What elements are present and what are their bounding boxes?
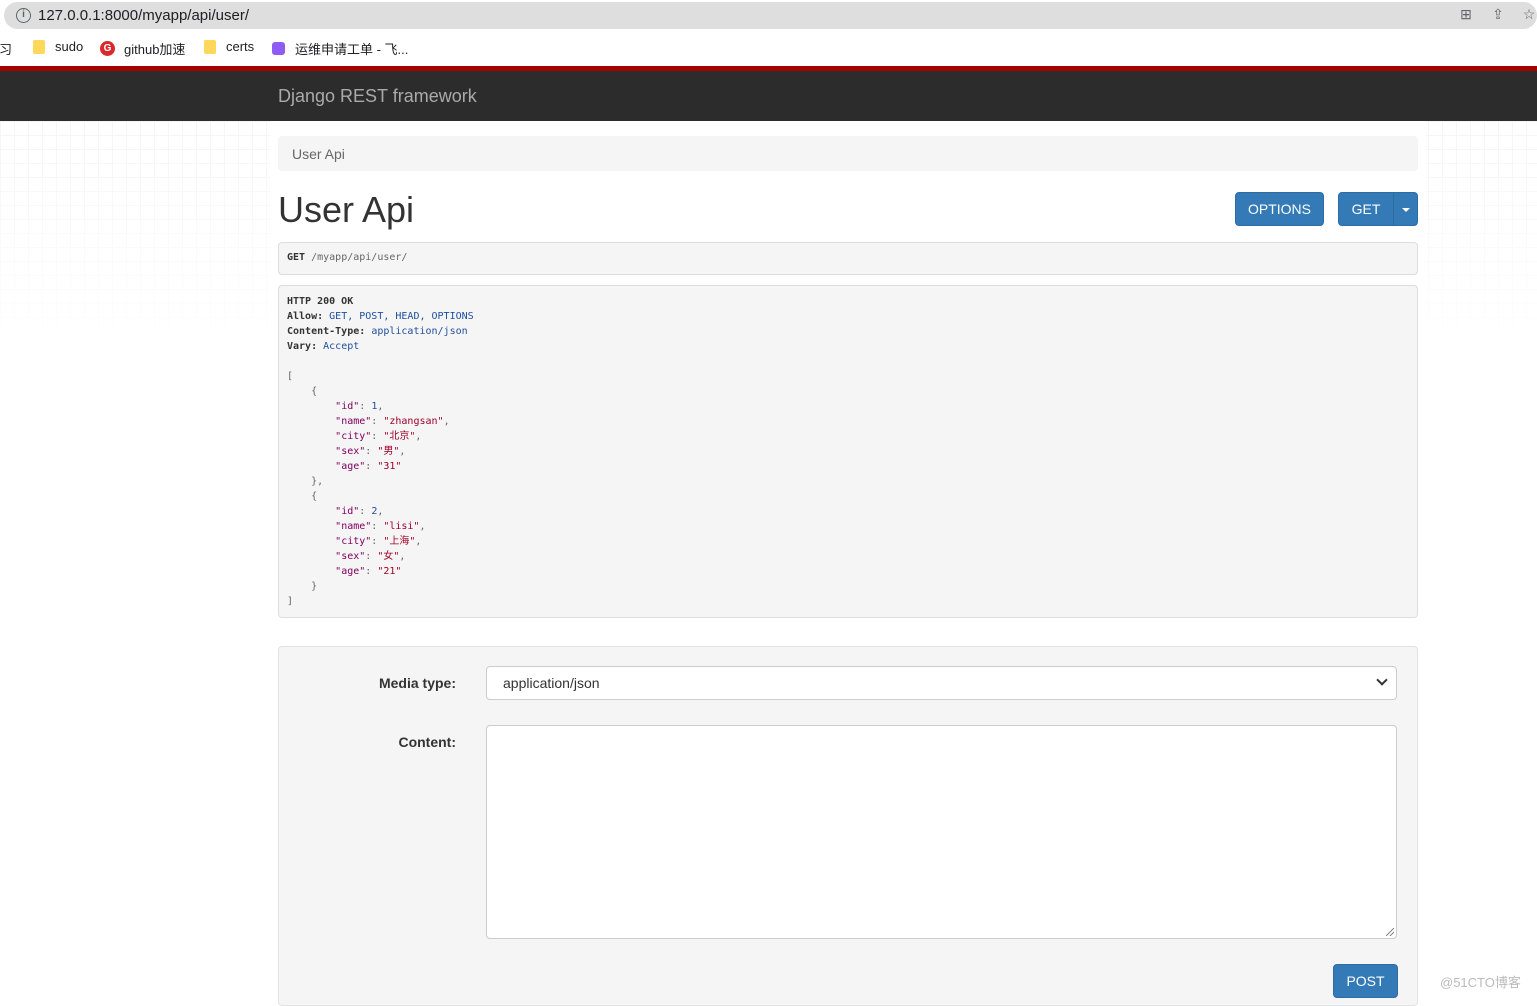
header-key: Content-Type: [287, 326, 366, 337]
content-textarea[interactable] [486, 725, 1397, 939]
json-value: "21" [377, 566, 402, 577]
json-value: "lisi" [383, 521, 420, 532]
folder-icon [204, 39, 216, 54]
json-value: "女" [377, 551, 400, 562]
header-value: Accept [323, 341, 360, 352]
media-type-label: Media type: [378, 675, 456, 691]
json-bracket: [ [287, 371, 294, 382]
breadcrumb-current[interactable]: User Api [292, 146, 345, 162]
header-key: Vary: [287, 341, 318, 352]
json-value: "31" [377, 461, 402, 472]
github-accel-icon: G [100, 41, 115, 56]
bookmark-sudo[interactable]: sudo [33, 39, 83, 54]
response-info: HTTP 200 OK Allow: GET, POST, HEAD, OPTIO… [278, 285, 1418, 618]
get-format-dropdown-button[interactable] [1393, 192, 1418, 226]
share-icon[interactable]: ⇪ [1490, 6, 1506, 22]
options-button[interactable]: OPTIONS [1235, 192, 1324, 226]
header-key: Allow: [287, 311, 324, 322]
media-type-selected: application/json [503, 675, 600, 691]
bookmarks-bar: 学习 sudo Ggithub加速 certs 运维申请工单 - 飞... [0, 31, 1537, 64]
content-label: Content: [398, 734, 456, 750]
caret-down-icon [1401, 208, 1410, 213]
bookmark-star-icon[interactable]: ☆ [1521, 6, 1537, 22]
request-path: /myapp/api/user/ [311, 252, 408, 263]
url-field[interactable]: i 127.0.0.1:8000/myapp/api/user/ [4, 2, 1537, 29]
page-title: User Api [278, 189, 415, 230]
media-type-select[interactable]: application/json [486, 666, 1397, 700]
url-text[interactable]: 127.0.0.1:8000/myapp/api/user/ [38, 7, 249, 24]
navbar-brand[interactable]: Django REST framework [278, 86, 477, 107]
response-status: HTTP 200 OK [287, 296, 354, 307]
watermark: @51CTO博客 [1440, 975, 1521, 990]
json-value: "上海" [383, 536, 416, 547]
json-value: "北京" [383, 431, 416, 442]
site-info-icon[interactable]: i [16, 8, 31, 23]
json-value: "zhangsan" [383, 416, 444, 427]
get-button[interactable]: GET [1338, 192, 1394, 226]
bookmark-feishu[interactable]: 运维申请工单 - 飞... [272, 39, 408, 58]
request-info: GET /myapp/api/user/ [278, 242, 1418, 275]
navbar: Django REST framework [0, 71, 1537, 121]
resize-handle-icon[interactable] [1386, 928, 1394, 936]
bookmark-study[interactable]: 学习 [0, 39, 12, 58]
browser-address-bar: i 127.0.0.1:8000/myapp/api/user/ ⊞ ⇪ ☆ [0, 0, 1537, 31]
header-value: application/json [371, 326, 468, 337]
translate-icon[interactable]: ⊞ [1458, 6, 1474, 22]
request-method: GET [287, 252, 306, 263]
breadcrumb: User Api [278, 136, 1418, 171]
folder-icon [33, 39, 45, 54]
chevron-down-icon [1376, 674, 1388, 686]
bookmark-github[interactable]: Ggithub加速 [100, 39, 185, 58]
bookmark-certs[interactable]: certs [204, 39, 254, 54]
json-value: "男" [377, 446, 400, 457]
header-value: GET, POST, HEAD, OPTIONS [329, 311, 474, 322]
feishu-icon [272, 42, 285, 55]
post-button[interactable]: POST [1333, 964, 1398, 998]
